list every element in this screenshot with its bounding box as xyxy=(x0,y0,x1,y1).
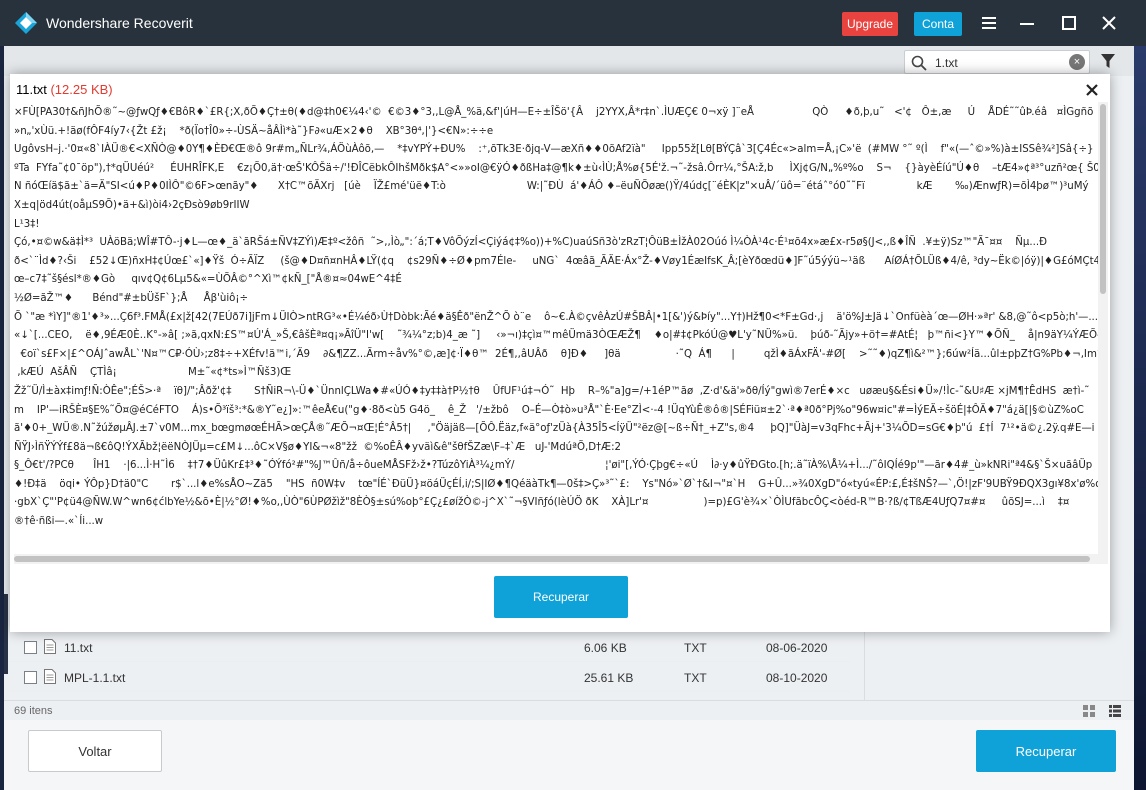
preview-text-line: ÑŸJ›ÌñŸÝÝf£8ä¬ß€ôQ!ÝXÃbž¦ëëNÒJÜµ=c£M↓...… xyxy=(14,441,621,453)
status-bar: 69 itens xyxy=(4,700,1134,720)
preview-text-line: ‚kÆÚ AšÂÑ ÇTÌâ¡ M±˜«¢*ts»Ì™Ñš3)Œ xyxy=(14,367,292,379)
file-date: 08-06-2020 xyxy=(766,641,828,655)
clear-search-icon[interactable]: × xyxy=(1069,54,1085,70)
filter-icon[interactable] xyxy=(1100,53,1116,69)
preview-text-line: m IP'—iRŠÈ¤§E%˜Õ¤@éCéFTO Á)s•Õ³ïš³:*&®Y˜… xyxy=(14,404,1084,416)
preview-text-line: N ñóŒíä$ã±`ä=Ä"SI<ú♦P♦0IÌÔ"©6F>œnãy"♦ X†… xyxy=(14,181,1098,193)
list-view-icon[interactable] xyxy=(1108,704,1122,718)
preview-text-line: ®†ê·ñßi—.«`Íi...w xyxy=(14,516,104,528)
preview-text-line: L¹3‡! xyxy=(14,218,40,230)
preview-text-line: »n„'xÙü.+!äø(fÔF4íy7‹{Žt £ž¡ *ð(Ïo†Î0»÷-… xyxy=(14,125,494,137)
maximize-icon[interactable] xyxy=(1058,12,1080,34)
app-title: Wondershare Recoverit xyxy=(46,15,193,31)
toolbar: 1.txt × xyxy=(4,46,1134,76)
app-logo-icon xyxy=(15,12,37,34)
search-icon xyxy=(911,55,927,71)
preview-text-line: ½Ø=ãŽ™♦ Bénd"#±bÜšF`};Å Åβ'ùiô¡÷ xyxy=(14,292,249,304)
search-value: 1.txt xyxy=(935,56,958,70)
preview-recover-button[interactable]: Recuperar xyxy=(494,576,628,618)
table-row[interactable]: 11.txt 6.06 KB TXT 08-06-2020 xyxy=(8,632,850,662)
recover-button[interactable]: Recuperar xyxy=(976,730,1116,772)
back-button[interactable]: Voltar xyxy=(28,730,162,772)
items-count: 69 itens xyxy=(14,705,53,717)
row-checkbox[interactable] xyxy=(24,671,37,684)
account-button[interactable]: Conta xyxy=(914,12,962,36)
minimize-icon[interactable] xyxy=(1016,12,1038,34)
footer-bar: Voltar Recuperar xyxy=(4,720,1134,790)
preview-text-line: ×FÙ[PA30†&ñJhÕ®˜~@ƒwQƒ♦€BôR♦`£R{;X,ðÕ♦Ç†… xyxy=(14,107,1094,118)
preview-text-line: œ–c7‡˜š§ésl*®♦Gò qıv¢Q¢6Lµ5&«=ÙÕÂ©°^Xì™¢… xyxy=(14,274,402,286)
preview-text-line: UgôvsH–j.·'0¤«8`IÀÜ®€<XÑÒ@♦0Y¶♦ÈÐ€Œ®ô 9r… xyxy=(14,144,1098,156)
file-type: TXT xyxy=(684,671,707,685)
upgrade-button[interactable]: Upgrade xyxy=(842,12,898,36)
menu-icon[interactable] xyxy=(978,12,1000,34)
file-name: MPL-1.1.txt xyxy=(64,671,126,685)
preview-text-line: Õ `"æ *ìY]"®1'♦³»...Ç6f³.FMÅ(£x|ž[42(7EÚ… xyxy=(14,311,1098,323)
preview-text-line: ºTa FYfa˜¢0¯öp"),†*qÜUéú² ÉUHRÎFK,E €z¡Õ… xyxy=(14,162,1098,174)
preview-text-line: «↓`[...CEO, ë♦,9ÉÆ0È..K°-»â[ ;»ã,qxN:£S™… xyxy=(14,330,1098,342)
preview-file-name: 11.txt xyxy=(16,82,47,97)
preview-text-line: ð<`¨Ìd♦?‹Ši £52↓Œ)ñxH‡¢Úœ£`«]♦Ÿš Ó÷ÃÏZ (… xyxy=(14,255,1098,267)
preview-vertical-scroll-thumb[interactable] xyxy=(1100,104,1106,294)
text-file-icon xyxy=(44,639,56,654)
title-bar: Wondershare Recoverit Upgrade Conta xyxy=(0,0,1146,46)
search-input[interactable]: 1.txt × xyxy=(904,50,1090,74)
close-window-icon[interactable] xyxy=(1098,12,1120,34)
preview-text-line: §_Ô€t'/?PCθ ÎH1 ·|6...Ì·H˜Ì6 ‡†7♦ÜûKr£‡³… xyxy=(14,460,1093,472)
file-size: 25.61 KB xyxy=(584,671,634,685)
row-checkbox[interactable] xyxy=(24,641,37,654)
file-size: 6.06 KB xyxy=(584,641,627,655)
preview-text-line: ♦!Ð‡ä öqi• ÝÔp}D†ä0"C r$`...l♦e%sÅO~Zä5 … xyxy=(14,478,1098,490)
preview-content[interactable]: ×FÙ[PA30†&ñJhÕ®˜~@ƒwQƒ♦€BôR♦`£R{;X,ðÕ♦Ç†… xyxy=(14,104,1098,566)
preview-text-line: ·gbX`Ç"'P¢ü4@ÑW.W^wn6¢ćlbYe½&õ•È|½°Ø!♦%o… xyxy=(14,497,1070,509)
grid-view-icon[interactable] xyxy=(1082,704,1096,718)
preview-dialog: 11.txt (12.25 KB) ×FÙ[PA30†&ñJhÕ®˜~@ƒwQƒ… xyxy=(10,74,1110,632)
file-name: 11.txt xyxy=(64,641,93,655)
close-preview-icon[interactable] xyxy=(1082,80,1102,100)
preview-text-line: ã'♦0+_WÜ®.N˜žúžøµÂJ.±7`v0M...mx_bœgmøœÉH… xyxy=(14,423,1095,435)
text-file-icon xyxy=(44,669,56,684)
preview-text-line: Çó,•¤©w&ä‡Ì*³ UÀöBä;WÎ#TÔ-·j♦L—œ♦_ä`ãRŠá… xyxy=(14,237,1047,249)
preview-text-line: X±q|öd4út(oåµS9Õ)•ä+&ì)òi4›2çÐsò9øb9rIIW xyxy=(14,199,250,211)
preview-header: 11.txt (12.25 KB) xyxy=(16,82,113,97)
preview-file-size: (12.25 KB) xyxy=(50,82,113,97)
preview-text-line: Žž˜Ü/Ì±àx‡imƒ!Ñ:ÒÊe";ÉŠ>·ª ïθ]/";Âðž'¢‡ … xyxy=(14,385,1090,397)
preview-horizontal-scroll-thumb[interactable] xyxy=(14,556,1090,562)
preview-text-line: €oï`s£F×|£^OÁJˆawÅL`'N¤™C₽·ÓÙ›;z8‡÷+XÉfv… xyxy=(14,348,1098,360)
file-date: 08-10-2020 xyxy=(766,671,828,685)
table-row[interactable]: MPL-1.1.txt 25.61 KB TXT 08-10-2020 xyxy=(8,662,850,692)
desktop-background xyxy=(1134,40,1146,790)
file-type: TXT xyxy=(684,641,707,655)
